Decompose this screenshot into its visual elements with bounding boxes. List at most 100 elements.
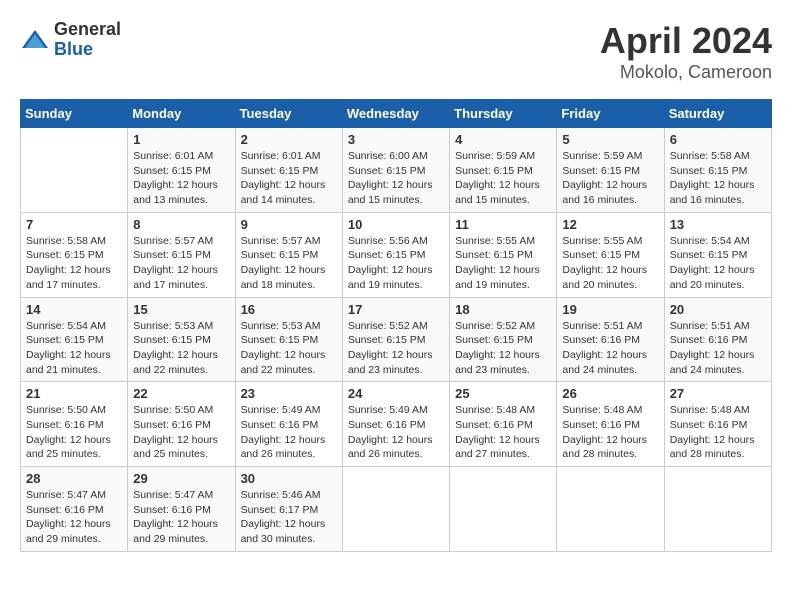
day-info: Sunrise: 5:59 AM Sunset: 6:15 PM Dayligh… — [455, 149, 551, 208]
calendar-cell: 25 Sunrise: 5:48 AM Sunset: 6:16 PM Dayli… — [450, 382, 557, 467]
column-header-tuesday: Tuesday — [235, 100, 342, 128]
calendar-week-row: 1Sunrise: 6:01 AM Sunset: 6:15 PM Daylig… — [21, 128, 772, 213]
calendar-cell — [21, 128, 128, 213]
calendar-week-row: 28Sunrise: 5:47 AM Sunset: 6:16 PM Dayli… — [21, 467, 772, 552]
day-number: 6 — [670, 132, 766, 147]
day-info: Sunrise: 5:55 AM Sunset: 6:15 PM Dayligh… — [455, 234, 551, 293]
calendar-cell: 7 Sunrise: 5:58 AM Sunset: 6:15 PM Daylig… — [21, 212, 128, 297]
day-info: Sunrise: 5:57 AM Sunset: 6:15 PM Dayligh… — [241, 234, 337, 293]
day-number: 1 — [133, 132, 229, 147]
day-info: Sunrise: 5:50 AM Sunset: 6:16 PM Dayligh… — [26, 403, 122, 462]
calendar-cell: 14 Sunrise: 5:54 AM Sunset: 6:15 PM Dayli… — [21, 297, 128, 382]
logo: General Blue — [20, 20, 121, 60]
day-number: 10 — [348, 217, 444, 232]
calendar-cell: 28Sunrise: 5:47 AM Sunset: 6:16 PM Dayli… — [21, 467, 128, 552]
calendar-cell: 26 Sunrise: 5:48 AM Sunset: 6:16 PM Dayli… — [557, 382, 664, 467]
calendar-cell: 20 Sunrise: 5:51 AM Sunset: 6:16 PM Dayli… — [664, 297, 771, 382]
day-number: 27 — [670, 386, 766, 401]
calendar-cell — [342, 467, 449, 552]
calendar-cell: 11 Sunrise: 5:55 AM Sunset: 6:15 PM Dayli… — [450, 212, 557, 297]
logo-general-text: General — [54, 20, 121, 40]
calendar-cell: 16 Sunrise: 5:53 AM Sunset: 6:15 PM Dayli… — [235, 297, 342, 382]
day-info: Sunrise: 5:52 AM Sunset: 6:15 PM Dayligh… — [455, 319, 551, 378]
calendar-cell: 15 Sunrise: 5:53 AM Sunset: 6:15 PM Dayli… — [128, 297, 235, 382]
day-number: 5 — [562, 132, 658, 147]
logo-icon — [20, 28, 50, 52]
calendar-cell: 23Sunrise: 5:49 AM Sunset: 6:16 PM Dayli… — [235, 382, 342, 467]
day-info: Sunrise: 5:47 AM Sunset: 6:16 PM Dayligh… — [26, 488, 122, 547]
day-info: Sunrise: 5:58 AM Sunset: 6:15 PM Dayligh… — [670, 149, 766, 208]
day-number: 21 — [26, 386, 122, 401]
calendar-cell: 18 Sunrise: 5:52 AM Sunset: 6:15 PM Dayli… — [450, 297, 557, 382]
day-info: Sunrise: 5:47 AM Sunset: 6:16 PM Dayligh… — [133, 488, 229, 547]
day-info: Sunrise: 5:51 AM Sunset: 6:16 PM Dayligh… — [670, 319, 766, 378]
calendar-cell: 1Sunrise: 6:01 AM Sunset: 6:15 PM Daylig… — [128, 128, 235, 213]
day-info: Sunrise: 5:57 AM Sunset: 6:15 PM Dayligh… — [133, 234, 229, 293]
calendar-cell: 12Sunrise: 5:55 AM Sunset: 6:15 PM Dayli… — [557, 212, 664, 297]
day-info: Sunrise: 5:55 AM Sunset: 6:15 PM Dayligh… — [562, 234, 658, 293]
day-number: 2 — [241, 132, 337, 147]
calendar-cell: 13 Sunrise: 5:54 AM Sunset: 6:15 PM Dayli… — [664, 212, 771, 297]
calendar-cell: 10 Sunrise: 5:56 AM Sunset: 6:15 PM Dayli… — [342, 212, 449, 297]
day-info: Sunrise: 5:58 AM Sunset: 6:15 PM Dayligh… — [26, 234, 122, 293]
calendar-cell — [664, 467, 771, 552]
day-number: 3 — [348, 132, 444, 147]
day-number: 9 — [241, 217, 337, 232]
calendar-cell: 8Sunrise: 5:57 AM Sunset: 6:15 PM Daylig… — [128, 212, 235, 297]
day-number: 19 — [562, 302, 658, 317]
calendar-header-row: SundayMondayTuesdayWednesdayThursdayFrid… — [21, 100, 772, 128]
day-number: 18 — [455, 302, 551, 317]
day-info: Sunrise: 5:59 AM Sunset: 6:15 PM Dayligh… — [562, 149, 658, 208]
day-number: 13 — [670, 217, 766, 232]
calendar-cell: 24Sunrise: 5:49 AM Sunset: 6:16 PM Dayli… — [342, 382, 449, 467]
day-info: Sunrise: 5:48 AM Sunset: 6:16 PM Dayligh… — [562, 403, 658, 462]
day-info: Sunrise: 5:48 AM Sunset: 6:16 PM Dayligh… — [455, 403, 551, 462]
day-number: 4 — [455, 132, 551, 147]
day-number: 7 — [26, 217, 122, 232]
day-number: 26 — [562, 386, 658, 401]
day-number: 16 — [241, 302, 337, 317]
calendar-cell: 27 Sunrise: 5:48 AM Sunset: 6:16 PM Dayli… — [664, 382, 771, 467]
day-number: 25 — [455, 386, 551, 401]
column-header-monday: Monday — [128, 100, 235, 128]
column-header-sunday: Sunday — [21, 100, 128, 128]
column-header-saturday: Saturday — [664, 100, 771, 128]
calendar-cell: 29 Sunrise: 5:47 AM Sunset: 6:16 PM Dayli… — [128, 467, 235, 552]
day-info: Sunrise: 5:54 AM Sunset: 6:15 PM Dayligh… — [26, 319, 122, 378]
day-info: Sunrise: 5:48 AM Sunset: 6:16 PM Dayligh… — [670, 403, 766, 462]
day-info: Sunrise: 5:53 AM Sunset: 6:15 PM Dayligh… — [133, 319, 229, 378]
title-section: April 2024 Mokolo, Cameroon — [600, 20, 772, 83]
calendar-week-row: 21 Sunrise: 5:50 AM Sunset: 6:16 PM Dayli… — [21, 382, 772, 467]
calendar-subtitle: Mokolo, Cameroon — [600, 62, 772, 83]
day-number: 29 — [133, 471, 229, 486]
calendar-cell: 9 Sunrise: 5:57 AM Sunset: 6:15 PM Daylig… — [235, 212, 342, 297]
day-number: 14 — [26, 302, 122, 317]
day-info: Sunrise: 5:52 AM Sunset: 6:15 PM Dayligh… — [348, 319, 444, 378]
calendar-cell: 17 Sunrise: 5:52 AM Sunset: 6:15 PM Dayli… — [342, 297, 449, 382]
day-number: 17 — [348, 302, 444, 317]
calendar-week-row: 7 Sunrise: 5:58 AM Sunset: 6:15 PM Daylig… — [21, 212, 772, 297]
logo-blue-text: Blue — [54, 40, 121, 60]
page-header: General Blue April 2024 Mokolo, Cameroon — [20, 20, 772, 83]
column-header-wednesday: Wednesday — [342, 100, 449, 128]
day-number: 20 — [670, 302, 766, 317]
day-number: 30 — [241, 471, 337, 486]
day-info: Sunrise: 5:49 AM Sunset: 6:16 PM Dayligh… — [348, 403, 444, 462]
calendar-cell: 3 Sunrise: 6:00 AM Sunset: 6:15 PM Daylig… — [342, 128, 449, 213]
day-number: 11 — [455, 217, 551, 232]
calendar-cell: 6 Sunrise: 5:58 AM Sunset: 6:15 PM Daylig… — [664, 128, 771, 213]
calendar-cell: 30Sunrise: 5:46 AM Sunset: 6:17 PM Dayli… — [235, 467, 342, 552]
calendar-cell: 4 Sunrise: 5:59 AM Sunset: 6:15 PM Daylig… — [450, 128, 557, 213]
calendar-cell — [557, 467, 664, 552]
day-info: Sunrise: 5:56 AM Sunset: 6:15 PM Dayligh… — [348, 234, 444, 293]
day-info: Sunrise: 6:00 AM Sunset: 6:15 PM Dayligh… — [348, 149, 444, 208]
day-number: 15 — [133, 302, 229, 317]
calendar-title: April 2024 — [600, 20, 772, 62]
day-info: Sunrise: 5:51 AM Sunset: 6:16 PM Dayligh… — [562, 319, 658, 378]
calendar-week-row: 14 Sunrise: 5:54 AM Sunset: 6:15 PM Dayli… — [21, 297, 772, 382]
column-header-friday: Friday — [557, 100, 664, 128]
day-info: Sunrise: 5:53 AM Sunset: 6:15 PM Dayligh… — [241, 319, 337, 378]
day-info: Sunrise: 5:54 AM Sunset: 6:15 PM Dayligh… — [670, 234, 766, 293]
day-number: 23 — [241, 386, 337, 401]
calendar-cell: 21 Sunrise: 5:50 AM Sunset: 6:16 PM Dayli… — [21, 382, 128, 467]
